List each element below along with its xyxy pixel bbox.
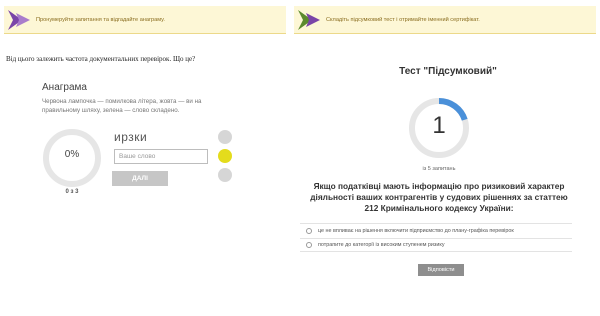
anagram-title: Анаграма (42, 82, 87, 93)
answer-option-2[interactable]: потрапите до категорії із високим ступен… (300, 238, 572, 252)
test-title: Тест "Підсумковий" (399, 66, 497, 77)
option-label: потрапите до категорії із високим ступен… (318, 242, 445, 248)
question-total: із 5 запитань (422, 166, 456, 172)
left-banner-text: Пронумеруйте запитання та відгадайте ана… (36, 16, 165, 23)
arrow-logo-icon (298, 9, 320, 30)
status-dot-1 (218, 130, 232, 144)
option-label: це не впливає на рішення включити підпри… (318, 227, 514, 234)
anagram-description: Червона лампочка — помилкова літера, жов… (42, 98, 202, 114)
status-dot-2 (218, 149, 232, 163)
word-input[interactable] (114, 149, 208, 164)
status-dot-3 (218, 168, 232, 182)
current-question-number: 1 (432, 112, 446, 139)
right-banner-text: Складіть підсумковий тест і отримайте ім… (326, 16, 480, 23)
left-instruction-banner: Пронумеруйте запитання та відгадайте ана… (4, 6, 286, 34)
answer-button[interactable]: Відповісти (418, 264, 464, 276)
radio-button[interactable] (306, 242, 312, 248)
anagram-counter: 0 з 3 (65, 189, 79, 195)
radio-button[interactable] (306, 227, 312, 234)
anagram-letters: ирзки (114, 130, 148, 144)
next-button[interactable]: ДАЛІ (112, 171, 168, 186)
right-instruction-banner: Складіть підсумковий тест і отримайте ім… (294, 6, 596, 34)
anagram-question: Від цього залежить частота документальни… (6, 55, 196, 63)
anagram-progress-value: 0% (64, 149, 80, 160)
answer-option-1[interactable]: це не впливає на рішення включити підпри… (300, 223, 572, 237)
test-question-text: Якщо податківці мають інформацію про риз… (310, 181, 568, 213)
arrow-logo-icon (8, 9, 30, 30)
